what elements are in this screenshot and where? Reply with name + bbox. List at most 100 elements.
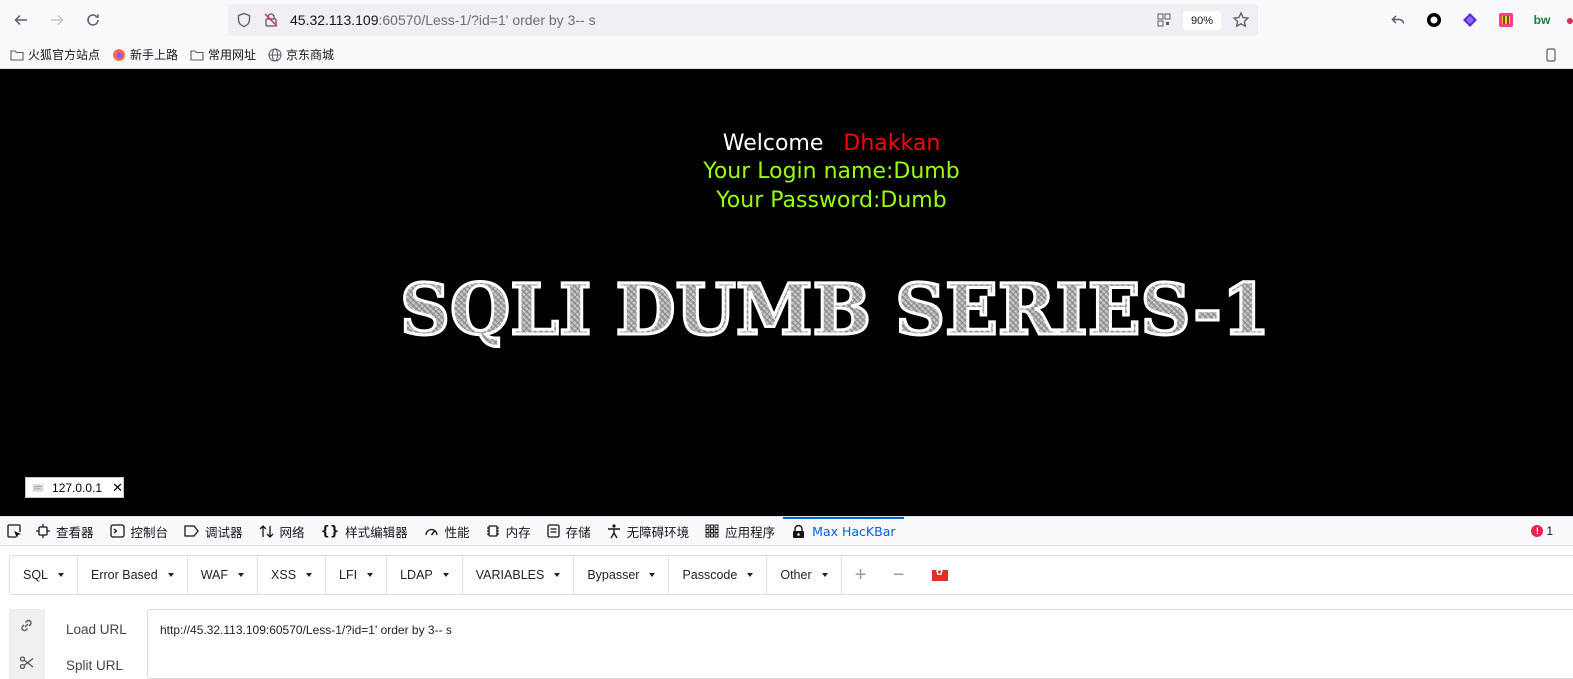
menu-label: WAF xyxy=(200,568,229,582)
bookmark-star-icon[interactable] xyxy=(1232,11,1250,29)
overflow-extension-button[interactable]: ● xyxy=(1560,6,1573,34)
bookmark-item[interactable]: 常用网址 xyxy=(190,46,256,63)
menu-label: Other xyxy=(780,568,812,582)
tab-label: 网络 xyxy=(279,524,305,540)
toolbar-extensions: bw ● xyxy=(1380,6,1573,34)
tab-label: 内存 xyxy=(505,524,531,540)
memory-icon xyxy=(486,525,499,537)
url-text[interactable]: 45.32.113.109:60570/Less-1/?id=1' order … xyxy=(290,12,596,28)
undo-extension-button[interactable] xyxy=(1380,6,1416,34)
insecure-lock-icon[interactable] xyxy=(263,12,279,28)
sqli-dumb-series-banner: SQLI DUMB SERIES-1 xyxy=(399,273,1272,348)
menu-xss[interactable]: XSS xyxy=(258,556,327,594)
tab-storage[interactable]: 存储 xyxy=(539,517,599,546)
menu-label: LFI xyxy=(339,568,358,582)
welcome-label: Welcome xyxy=(722,131,824,156)
firefox-icon xyxy=(113,48,126,61)
bookmark-label: 新手上路 xyxy=(130,48,179,62)
tab-memory[interactable]: 内存 xyxy=(478,517,539,546)
menu-variables[interactable]: VARIABLES xyxy=(463,556,575,594)
storage-icon xyxy=(546,524,560,538)
menu-passcode[interactable]: Passcode xyxy=(669,556,768,594)
menu-ldap[interactable]: LDAP xyxy=(387,556,463,594)
tab-max-hackbar[interactable]: Max HacKBar xyxy=(783,516,904,546)
zoom-out-button[interactable]: − xyxy=(880,556,918,594)
url-textarea[interactable]: http://45.32.113.109:60570/Less-1/?id=1'… xyxy=(147,609,1573,679)
colorful-extension-button[interactable] xyxy=(1488,6,1524,34)
url-bar[interactable]: 45.32.113.109:60570/Less-1/?id=1' order … xyxy=(228,4,1258,36)
minus-icon: − xyxy=(892,563,905,586)
menu-label: SQL xyxy=(23,568,49,582)
network-icon xyxy=(259,524,274,538)
tab-performance[interactable]: 性能 xyxy=(416,517,478,546)
scissors-icon[interactable] xyxy=(19,655,34,670)
menu-error-based[interactable]: Error Based xyxy=(78,556,188,594)
inspector-icon xyxy=(36,524,50,538)
tab-accessibility[interactable]: 无障碍环境 xyxy=(599,517,698,546)
caret-down-icon xyxy=(58,573,65,577)
tab-style-editor[interactable]: {} 样式编辑器 xyxy=(313,517,416,546)
menu-bypasser[interactable]: Bypasser xyxy=(574,556,670,594)
tab-label: 控制台 xyxy=(130,524,169,540)
load-url-button[interactable]: Load URL xyxy=(66,622,127,637)
caret-down-icon xyxy=(554,573,561,577)
error-counter[interactable]: ! 1 xyxy=(1531,524,1553,538)
bookmark-item[interactable]: 京东商城 xyxy=(268,46,334,63)
layers-extension-icon xyxy=(1463,13,1477,27)
menu-waf[interactable]: WAF xyxy=(188,556,259,594)
red-extension-icon: ● xyxy=(1565,12,1573,28)
purple-extension-button[interactable] xyxy=(1452,6,1488,34)
accessibility-icon xyxy=(607,523,620,538)
hong-kong-flag-icon[interactable] xyxy=(931,567,948,581)
zoom-in-button[interactable]: + xyxy=(842,556,880,594)
performance-icon xyxy=(424,528,438,536)
bw-extension-button[interactable]: bw xyxy=(1524,6,1560,34)
menu-label: Bypasser xyxy=(587,568,640,582)
password-text: Your Password:Dumb xyxy=(716,188,947,213)
forward-button[interactable] xyxy=(42,5,72,35)
tab-label: 无障碍环境 xyxy=(626,524,690,540)
menu-sql[interactable]: SQL xyxy=(10,556,79,594)
hackbar-icon xyxy=(793,524,805,538)
split-url-button[interactable]: Split URL xyxy=(66,658,123,673)
tab-debugger[interactable]: 调试器 xyxy=(176,517,251,546)
caret-down-icon xyxy=(747,573,754,577)
tab-inspector[interactable]: 查看器 xyxy=(28,517,102,546)
hackbar-menu-bar: SQL Error Based WAF XSS LFI LDAP VARIABL… xyxy=(9,555,1573,595)
menu-label: VARIABLES xyxy=(475,568,545,582)
tab-network[interactable]: 网络 xyxy=(251,517,313,546)
bookmark-item[interactable]: 新手上路 xyxy=(112,46,178,63)
circle-extension-icon xyxy=(1427,13,1441,27)
banner-text: SQLI DUMB SERIES-1 xyxy=(400,273,1270,348)
qr-code-icon[interactable] xyxy=(1156,12,1172,28)
folder-icon xyxy=(190,49,204,61)
welcome-username: Dhakkan xyxy=(843,131,941,156)
reload-button[interactable] xyxy=(78,5,108,35)
caret-down-icon xyxy=(821,573,828,577)
close-icon[interactable]: ✕ xyxy=(112,480,123,496)
ip-tab[interactable]: 127.0.0.1 ✕ xyxy=(25,477,124,498)
menu-other[interactable]: Other xyxy=(767,556,842,594)
menu-lfi[interactable]: LFI xyxy=(326,556,388,594)
zoom-level-badge[interactable]: 90% xyxy=(1183,11,1221,30)
error-count: 1 xyxy=(1546,524,1553,538)
caret-down-icon xyxy=(238,573,245,577)
bw-extension-icon: bw xyxy=(1533,13,1551,27)
back-button[interactable] xyxy=(6,5,36,35)
tab-application[interactable]: 应用程序 xyxy=(697,517,783,546)
bookmark-item[interactable]: 火狐官方站点 xyxy=(10,46,100,63)
tab-label: 样式编辑器 xyxy=(345,524,408,540)
circle-extension-button[interactable] xyxy=(1416,6,1452,34)
hackbar-panel: SQL Error Based WAF XSS LFI LDAP VARIABL… xyxy=(0,547,1573,679)
caret-down-icon xyxy=(306,573,313,577)
element-picker-icon xyxy=(7,524,21,538)
page-viewport: Welcome Dhakkan Your Login name:Dumb Your… xyxy=(0,69,1573,516)
element-picker-button[interactable] xyxy=(0,517,28,546)
colorful-extension-icon xyxy=(1499,13,1513,27)
mobile-bookmarks-icon[interactable] xyxy=(1545,48,1557,62)
image-placeholder-icon xyxy=(32,483,44,492)
tab-console[interactable]: 控制台 xyxy=(102,517,177,546)
link-icon[interactable] xyxy=(19,618,34,633)
shield-icon[interactable] xyxy=(236,12,252,28)
undo-icon xyxy=(1391,15,1405,24)
